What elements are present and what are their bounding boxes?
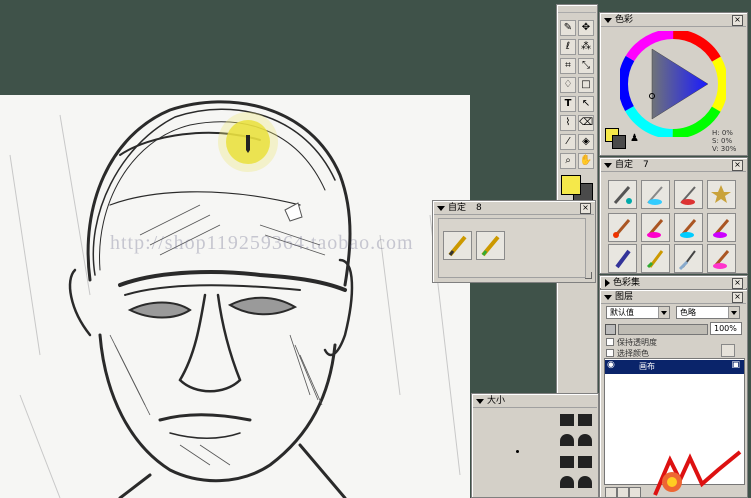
- close-icon[interactable]: ×: [732, 15, 743, 26]
- color-set-title: 色彩集: [613, 278, 641, 288]
- text-icon[interactable]: T: [560, 96, 576, 112]
- tip-shape-1[interactable]: [560, 414, 574, 426]
- new-layer-icon[interactable]: [605, 487, 617, 498]
- delete-layer-icon[interactable]: [629, 487, 641, 498]
- collapse-icon[interactable]: [604, 294, 612, 300]
- layer-options-button[interactable]: [721, 344, 735, 357]
- eye-icon[interactable]: ◉: [607, 360, 615, 370]
- brush-preset-2[interactable]: [641, 180, 670, 209]
- collapse-icon[interactable]: [604, 17, 612, 23]
- crop-icon[interactable]: ⌗: [560, 58, 576, 74]
- hand-icon[interactable]: ✋: [578, 153, 594, 169]
- tip-shape-2[interactable]: [578, 414, 592, 426]
- close-icon[interactable]: ×: [732, 292, 743, 303]
- close-icon[interactable]: ×: [732, 278, 743, 289]
- floating-panel-title: 自定: [448, 203, 467, 213]
- brush-preset-9[interactable]: [608, 244, 637, 273]
- opacity-slider[interactable]: [618, 324, 708, 335]
- brand-logo-icon: [653, 450, 742, 496]
- floating-custom-panel: 自定 8 ×: [432, 200, 596, 283]
- brush-preset-7[interactable]: [674, 213, 703, 242]
- expand-icon[interactable]: [605, 279, 610, 287]
- tip-shape-5[interactable]: [560, 456, 574, 468]
- custom-panel-title: 自定: [615, 160, 634, 170]
- lock-icon: ▣: [731, 360, 740, 370]
- size-preview: [476, 410, 552, 495]
- close-icon[interactable]: ×: [732, 160, 743, 171]
- watermark-text: http://shop119259364.taobao.com: [110, 232, 414, 254]
- pen-icon[interactable]: ♢: [560, 77, 576, 93]
- sketch-head: [9, 100, 461, 498]
- custom-brushes-panel: 自定 7 ×: [599, 157, 748, 274]
- layer-group-icon[interactable]: [617, 487, 629, 498]
- brush-preset-11[interactable]: [674, 244, 703, 273]
- fill-icon[interactable]: ◈: [578, 134, 594, 150]
- composite-method-select[interactable]: 色略: [676, 306, 740, 319]
- resize-grip-icon[interactable]: [585, 272, 592, 279]
- tip-shape-7[interactable]: [560, 476, 574, 488]
- size-panel-title: 大小: [487, 396, 506, 406]
- layers-panel: 图层 × 默认值 色略 100% 保持透明度 选择颜色 ◉ 画布 ▣: [599, 289, 748, 498]
- rectangle-icon[interactable]: □: [578, 77, 594, 93]
- pencil-preset-1[interactable]: [443, 231, 472, 260]
- preserve-transparency-checkbox[interactable]: [606, 338, 614, 346]
- collapse-icon[interactable]: [604, 162, 612, 168]
- value-readout: V: 30%: [712, 145, 737, 153]
- color-panel: 色彩 × ♟ H: 0% S: 0% V: 30%: [599, 12, 748, 156]
- brush-preset-1[interactable]: [608, 180, 637, 209]
- zoom-icon[interactable]: ⌕: [560, 153, 576, 169]
- color-wheel[interactable]: [620, 31, 726, 137]
- preserve-transparency-label: 保持透明度: [617, 338, 657, 347]
- tip-shape-6[interactable]: [578, 456, 592, 468]
- brush-preset-12[interactable]: [707, 244, 736, 273]
- eraser-icon[interactable]: ⌫: [578, 115, 594, 131]
- color-panel-title: 色彩: [615, 15, 634, 25]
- brush-preset-6[interactable]: [641, 213, 670, 242]
- panel-bg-swatch[interactable]: [612, 135, 626, 149]
- arrow-icon[interactable]: ↖: [578, 96, 594, 112]
- layer-name: 画布: [639, 362, 655, 371]
- stamp-icon[interactable]: ♟: [630, 133, 642, 145]
- brush-icon[interactable]: ✎: [560, 20, 576, 36]
- eyedropper-icon[interactable]: ⁄: [560, 134, 576, 150]
- select-color-checkbox[interactable]: [606, 349, 614, 357]
- brush-preset-4[interactable]: [707, 180, 736, 209]
- brush-preset-5[interactable]: [608, 213, 637, 242]
- canvas-area[interactable]: http://shop119259364.taobao.com: [0, 95, 470, 498]
- color-set-panel: 色彩集 ×: [599, 275, 748, 289]
- tip-shape-4[interactable]: [578, 434, 592, 446]
- tip-shape-8[interactable]: [578, 476, 592, 488]
- blend-mode-select[interactable]: 默认值: [606, 306, 670, 319]
- brush-preset-3[interactable]: [674, 180, 703, 209]
- dropper-icon[interactable]: ⌇: [560, 115, 576, 131]
- layer-row[interactable]: ◉ 画布 ▣: [605, 360, 744, 374]
- magic-wand-icon[interactable]: ⁂: [578, 39, 594, 55]
- pencil-preset-2[interactable]: [476, 231, 505, 260]
- opacity-value[interactable]: 100%: [710, 322, 742, 335]
- floating-panel-count: 8: [476, 203, 482, 213]
- primary-color-swatch[interactable]: [561, 175, 581, 195]
- tip-shape-3[interactable]: [560, 434, 574, 446]
- layers-panel-title: 图层: [615, 292, 634, 302]
- saturation-readout: S: 0%: [712, 137, 733, 145]
- collapse-icon[interactable]: [476, 398, 484, 404]
- hue-readout: H: 0%: [712, 129, 733, 137]
- lasso-icon[interactable]: ℓ: [560, 39, 576, 55]
- brush-preset-8[interactable]: [707, 213, 736, 242]
- close-icon[interactable]: ×: [580, 203, 591, 214]
- transform-icon[interactable]: ⤡: [578, 58, 594, 74]
- brush-preset-10[interactable]: [641, 244, 670, 273]
- collapse-icon[interactable]: [437, 205, 445, 211]
- custom-panel-count: 7: [643, 160, 649, 170]
- move-icon[interactable]: ✥: [578, 20, 594, 36]
- layer-lock-icon[interactable]: [605, 324, 616, 335]
- size-panel: 大小: [471, 393, 599, 498]
